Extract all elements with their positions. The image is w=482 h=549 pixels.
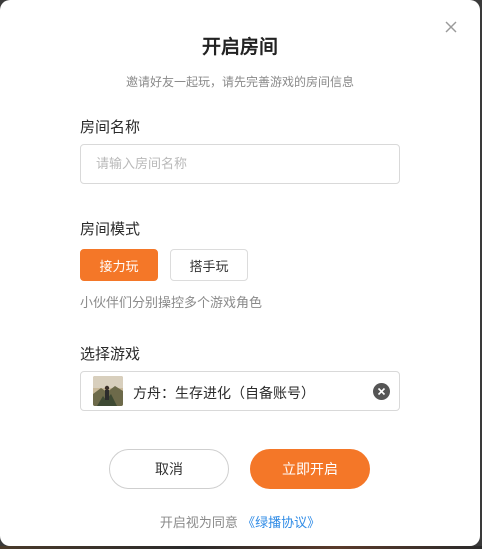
game-selector[interactable]: 方舟：生存进化（自备账号） [80, 371, 400, 411]
open-room-dialog: 开启房间 邀请好友一起玩，请先完善游戏的房间信息 房间名称 房间模式 接力玩 搭… [0, 0, 480, 546]
select-game-label: 选择游戏 [80, 345, 141, 363]
clear-icon[interactable] [373, 383, 390, 400]
agreement-prefix: 开启视为同意 [159, 516, 238, 531]
room-mode-label: 房间模式 [80, 220, 141, 238]
agreement-link[interactable]: 《绿播协议》 [242, 516, 320, 531]
selected-game-name: 方舟：生存进化（自备账号） [133, 386, 315, 402]
mode-relay-button[interactable]: 接力玩 [80, 249, 158, 281]
agreement-text: 开启视为同意 《绿播协议》 [0, 512, 480, 531]
room-mode-hint: 小伙伴们分别操控多个游戏角色 [80, 296, 263, 311]
room-name-input[interactable] [80, 144, 400, 184]
room-name-label: 房间名称 [80, 118, 141, 136]
start-now-button[interactable]: 立即开启 [250, 449, 370, 489]
dialog-subtitle: 邀请好友一起玩，请先完善游戏的房间信息 [125, 75, 354, 89]
mode-coop-button[interactable]: 搭手玩 [170, 249, 248, 281]
cancel-button[interactable]: 取消 [109, 449, 229, 489]
dialog-title: 开启房间 [201, 36, 278, 58]
game-thumbnail [93, 376, 123, 406]
